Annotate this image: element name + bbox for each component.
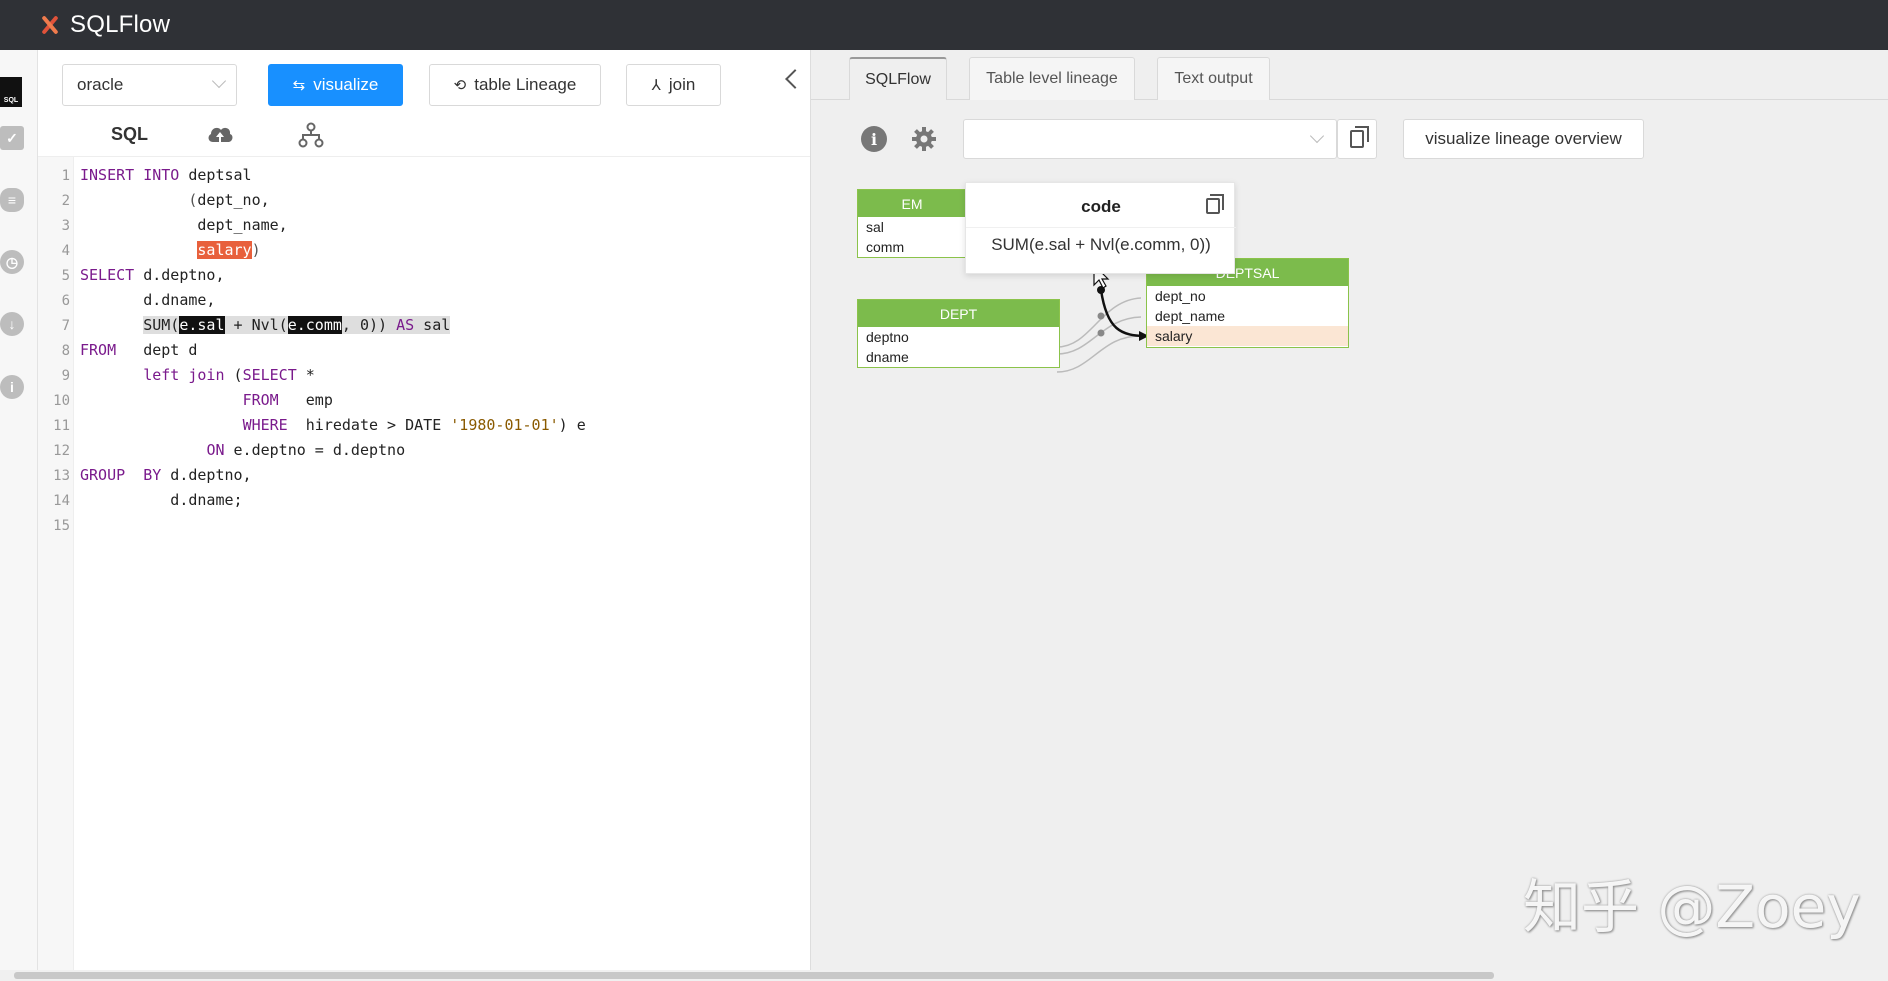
hierarchy-icon[interactable] <box>298 122 324 148</box>
visualize-button[interactable]: ⇆ visualize <box>268 64 403 106</box>
column-search-select[interactable] <box>963 119 1337 159</box>
flow-icon: ⇆ <box>292 77 306 94</box>
sqlflow-logo-icon <box>38 14 60 36</box>
left-rail: SQL ✓ ≡ ◷ ↓ i <box>0 50 38 981</box>
code-line: 1 INSERT INTO deptsal <box>38 163 810 188</box>
chevron-down-icon <box>211 73 227 89</box>
join-label: join <box>668 75 696 94</box>
table-node-emp[interactable]: EM sal comm <box>857 189 967 258</box>
line-number: 4 <box>61 243 70 259</box>
line-number: 8 <box>61 343 70 359</box>
join-icon: ⅄ <box>651 77 661 94</box>
visualize-label: visualize <box>313 75 379 94</box>
editor-subbar: SQL <box>38 114 810 156</box>
sql-tab[interactable]: SQL <box>111 124 148 145</box>
code-line: 11 WHERE hiredate > DATE '1980-01-01') e <box>38 413 810 438</box>
result-tabs: SQLFlow Table level lineage Text output <box>811 50 1888 100</box>
code-line: 6 d.dname, <box>38 288 810 313</box>
watermark: 知乎 @Zoey <box>1523 873 1861 941</box>
sql-panel: oracle ⇆ visualize ⟲ table Lineage ⅄ joi… <box>38 50 810 972</box>
copy-icon[interactable] <box>1206 194 1224 214</box>
tab-sqlflow[interactable]: SQLFlow <box>849 57 947 100</box>
code-line: 13 GROUP BY d.deptno, <box>38 463 810 488</box>
column-row[interactable]: dname <box>858 347 1059 367</box>
code-line: 2 (dept_no, <box>38 188 810 213</box>
code-line: 9 left join (SELECT * <box>38 363 810 388</box>
upload-cloud-icon[interactable] <box>206 122 234 148</box>
code-popup: code SUM(e.sal + Nvl(e.comm, 0)) <box>965 182 1236 274</box>
code-line: 7 SUM(e.sal + Nvl(e.comm, 0)) AS sal <box>38 313 810 338</box>
table-header: EM <box>858 190 966 217</box>
line-number: 7 <box>61 318 70 334</box>
visualize-lineage-overview-button[interactable]: visualize lineage overview <box>1403 119 1644 159</box>
column-row[interactable]: sal <box>858 217 966 237</box>
scrollbar-thumb[interactable] <box>14 972 1494 979</box>
line-number: 10 <box>53 393 70 409</box>
join-button[interactable]: ⅄ join <box>626 64 721 106</box>
history-icon[interactable]: ◷ <box>0 250 24 274</box>
column-row[interactable]: dept_no <box>1147 286 1348 306</box>
code-line: 15 <box>38 513 810 538</box>
line-number: 14 <box>53 493 70 509</box>
line-number: 1 <box>61 168 70 184</box>
column-row[interactable]: comm <box>858 237 966 257</box>
dialect-value: oracle <box>77 75 124 94</box>
line-number: 3 <box>61 218 70 234</box>
line-number: 12 <box>53 443 70 459</box>
lineage-panel: SQLFlow Table level lineage Text output … <box>811 50 1888 970</box>
tab-text-output[interactable]: Text output <box>1157 57 1270 100</box>
copy-icon <box>1350 126 1369 148</box>
table-lineage-label: table Lineage <box>474 75 577 94</box>
database-icon[interactable]: ≡ <box>0 188 24 212</box>
tab-table-level-lineage[interactable]: Table level lineage <box>969 57 1135 100</box>
chevron-down-icon <box>1309 128 1325 144</box>
column-row-selected[interactable]: salary <box>1147 326 1348 346</box>
line-number: 15 <box>53 518 70 534</box>
line-number: 9 <box>61 368 70 384</box>
lineage-icon: ⟲ <box>453 77 467 94</box>
line-number: 5 <box>61 268 70 284</box>
info-icon[interactable]: i <box>0 375 24 399</box>
sql-editor[interactable]: 1 INSERT INTO deptsal 2 (dept_no, 3 dept_… <box>38 156 810 972</box>
info-icon[interactable]: i <box>861 126 887 152</box>
table-lineage-button[interactable]: ⟲ table Lineage <box>429 64 601 106</box>
code-line: 3 dept_name, <box>38 213 810 238</box>
line-number: 6 <box>61 293 70 309</box>
code-line: 10 FROM emp <box>38 388 810 413</box>
copy-button[interactable] <box>1337 119 1377 159</box>
table-header: DEPT <box>858 300 1059 327</box>
gear-icon[interactable] <box>911 126 937 152</box>
download-icon[interactable]: ↓ <box>0 312 24 336</box>
app-title: SQLFlow <box>70 11 171 38</box>
check-icon[interactable]: ✓ <box>0 126 24 150</box>
column-row[interactable]: deptno <box>858 327 1059 347</box>
line-number: 13 <box>53 468 70 484</box>
code-line: 12 ON e.deptno = d.deptno <box>38 438 810 463</box>
horizontal-scrollbar[interactable] <box>0 970 1888 981</box>
title-bar: SQLFlow <box>0 0 1888 50</box>
table-node-dept[interactable]: DEPT deptno dname <box>857 299 1060 368</box>
dialect-select[interactable]: oracle <box>62 64 237 106</box>
line-number: 2 <box>61 193 70 209</box>
popup-code: SUM(e.sal + Nvl(e.comm, 0)) <box>966 227 1236 261</box>
collapse-panel-icon[interactable] <box>785 69 805 89</box>
code-line: 14 d.dname; <box>38 488 810 513</box>
line-number: 11 <box>53 418 70 434</box>
sql-badge-icon[interactable]: SQL <box>0 77 22 107</box>
column-row[interactable]: dept_name <box>1147 306 1348 326</box>
code-line: 5 SELECT d.deptno, <box>38 263 810 288</box>
code-line: 4 salary) <box>38 238 810 263</box>
popup-title: code <box>1081 197 1121 216</box>
code-line: 8 FROM dept d <box>38 338 810 363</box>
